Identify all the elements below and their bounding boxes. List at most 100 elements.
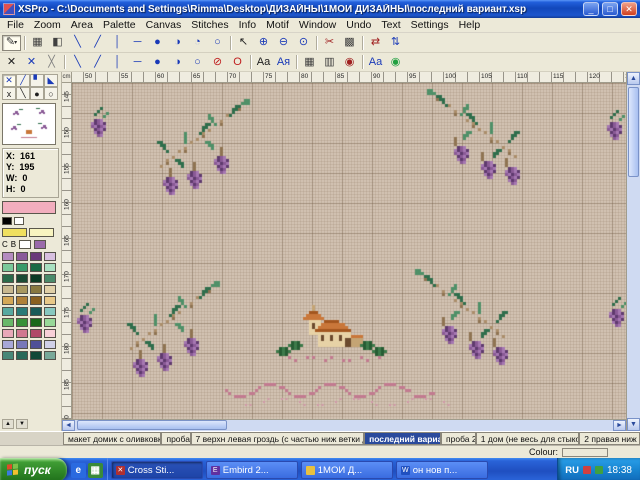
close-button[interactable]: ✕ <box>621 2 637 16</box>
color-wheel-button[interactable]: ◉ <box>386 54 405 70</box>
backstitch-3-button[interactable]: │ <box>108 54 127 70</box>
bead-stitch-tool-button[interactable]: ○ <box>44 87 58 100</box>
backstitch-left-button[interactable]: ╲ <box>68 35 87 51</box>
palette-swatch[interactable] <box>16 252 28 261</box>
menu-settings[interactable]: Settings <box>406 19 454 31</box>
motif-library-button[interactable]: ▩ <box>340 35 359 51</box>
current-color-swatch[interactable] <box>2 201 56 214</box>
scroll-up-button[interactable]: ▲ <box>627 72 640 85</box>
palette-swatch[interactable] <box>44 296 56 305</box>
horizontal-scroll-track[interactable] <box>75 420 613 431</box>
select-arrow-button[interactable]: ↖ <box>234 35 253 51</box>
scroll-left-button[interactable]: ◄ <box>62 420 75 431</box>
palette-scroll-up-button[interactable]: ▲ <box>2 419 14 429</box>
menu-canvas[interactable]: Canvas <box>141 19 187 31</box>
start-button[interactable]: пуск <box>0 458 67 480</box>
palette-swatch[interactable] <box>2 307 14 316</box>
palette-swatch[interactable] <box>44 329 56 338</box>
minimize-button[interactable]: _ <box>583 2 599 16</box>
palette-swatch[interactable] <box>30 340 42 349</box>
bar-color-swatch[interactable] <box>29 228 54 237</box>
half-knot-button[interactable]: ◑ <box>168 54 187 70</box>
menu-help[interactable]: Help <box>454 19 486 31</box>
petite-stitch-tool-button[interactable]: x <box>2 87 16 100</box>
antivirus-tray-icon[interactable] <box>583 466 591 474</box>
title-bar[interactable]: XSPro - C:\Documents and Settings\Rimma\… <box>0 0 640 18</box>
bead-outline-button[interactable]: ○ <box>208 35 227 51</box>
palette-swatch[interactable] <box>2 351 14 360</box>
bead-quarter-button[interactable]: ◔ <box>188 35 207 51</box>
taskbar-task-button[interactable]: ✕Cross Sti... <box>111 461 203 479</box>
scroll-right-button[interactable]: ► <box>613 420 626 431</box>
menu-info[interactable]: Info <box>234 19 262 31</box>
palette-swatch[interactable] <box>44 351 56 360</box>
palette-swatch[interactable] <box>16 296 28 305</box>
palette-swatch[interactable] <box>2 252 14 261</box>
palette-swatch[interactable] <box>2 296 14 305</box>
vertical-scroll-thumb[interactable] <box>628 87 639 177</box>
palette-swatch[interactable] <box>2 274 14 283</box>
palette-swatch[interactable] <box>16 318 28 327</box>
volume-tray-icon[interactable] <box>595 466 603 474</box>
pattern-tab[interactable]: макет домик с оливковками <box>63 432 161 445</box>
palette-scroll-down-button[interactable]: ▼ <box>16 419 28 429</box>
menu-zoom[interactable]: Zoom <box>29 19 66 31</box>
menu-undo[interactable]: Undo <box>341 19 376 31</box>
full-cross-tool-button[interactable]: ✕ <box>2 74 16 87</box>
bead-button[interactable]: ○ <box>188 54 207 70</box>
show-desktop-icon[interactable]: ▦ <box>88 463 103 478</box>
palette-swatch[interactable] <box>2 285 14 294</box>
three-quarter-tool-button[interactable]: ◣ <box>44 74 58 87</box>
backstitch-horizontal-button[interactable]: ─ <box>128 35 147 51</box>
bead-half-button[interactable]: ◑ <box>168 35 187 51</box>
palette-swatch[interactable] <box>30 307 42 316</box>
backstitch-4-button[interactable]: ─ <box>128 54 147 70</box>
half-stitch-mode-button[interactable]: ◧ <box>48 35 67 51</box>
stitch-canvas[interactable] <box>72 83 626 419</box>
mini-color-swatch[interactable] <box>14 217 24 225</box>
scroll-down-button[interactable]: ▼ <box>627 418 640 431</box>
palette-swatch[interactable] <box>30 285 42 294</box>
no-stitch-button[interactable]: ⊘ <box>208 54 227 70</box>
menu-file[interactable]: File <box>2 19 29 31</box>
french-knot-button[interactable]: ● <box>148 54 167 70</box>
palette-swatch[interactable] <box>16 274 28 283</box>
pattern-tab[interactable]: последний вариант <box>364 432 441 445</box>
palette-swatch[interactable] <box>16 351 28 360</box>
pattern-tab[interactable]: 7 верхн левая гроздь (с частью ниж ветки… <box>191 432 365 445</box>
maximize-button[interactable]: □ <box>602 2 618 16</box>
horizontal-scrollbar[interactable]: ◄ ► <box>62 419 626 431</box>
cross-stitch-blue-button[interactable]: ✕ <box>22 54 41 70</box>
font-tool-button[interactable]: Aa <box>366 54 385 70</box>
palette-swatch[interactable] <box>2 329 14 338</box>
taskbar-task-button[interactable]: 1МОИ Д... <box>301 461 393 479</box>
palette-swatch[interactable] <box>44 318 56 327</box>
palette-swatch[interactable] <box>30 329 42 338</box>
full-stitch-mode-button[interactable]: ▦ <box>28 35 47 51</box>
outline-stitch-button[interactable]: O <box>228 54 247 70</box>
language-indicator[interactable]: RU <box>565 465 579 476</box>
backstitch-right-button[interactable]: ╱ <box>88 35 107 51</box>
text-cyrillic-tool-button[interactable]: Ая <box>274 54 293 70</box>
palette-swatch[interactable] <box>30 263 42 272</box>
knot-stitch-tool-button[interactable]: ● <box>30 87 44 100</box>
pattern-tab[interactable]: проба <box>161 432 190 445</box>
palette-swatch[interactable] <box>2 318 14 327</box>
quarter-stitch-tool-button[interactable]: ▘ <box>30 74 44 87</box>
palette-swatch[interactable] <box>16 263 28 272</box>
cb-swatch[interactable] <box>34 240 46 249</box>
zoom-actual-button[interactable]: ⊙ <box>294 35 313 51</box>
cb-swatch[interactable] <box>19 240 31 249</box>
palette-swatch[interactable] <box>16 329 28 338</box>
pencil-tool-button[interactable]: ✎▾ <box>2 35 21 51</box>
taskbar-task-button[interactable]: EEmbird 2... <box>206 461 298 479</box>
palette-swatch[interactable] <box>30 318 42 327</box>
palette-swatch[interactable] <box>16 340 28 349</box>
backstitch-1-button[interactable]: ╲ <box>68 54 87 70</box>
menu-motif[interactable]: Motif <box>261 19 294 31</box>
vertical-scrollbar[interactable]: ▲ ▼ <box>626 72 640 431</box>
half-cross-button[interactable]: ╳ <box>42 54 61 70</box>
palette-swatch[interactable] <box>44 340 56 349</box>
palette-swatch[interactable] <box>30 351 42 360</box>
palette-swatch[interactable] <box>30 252 42 261</box>
